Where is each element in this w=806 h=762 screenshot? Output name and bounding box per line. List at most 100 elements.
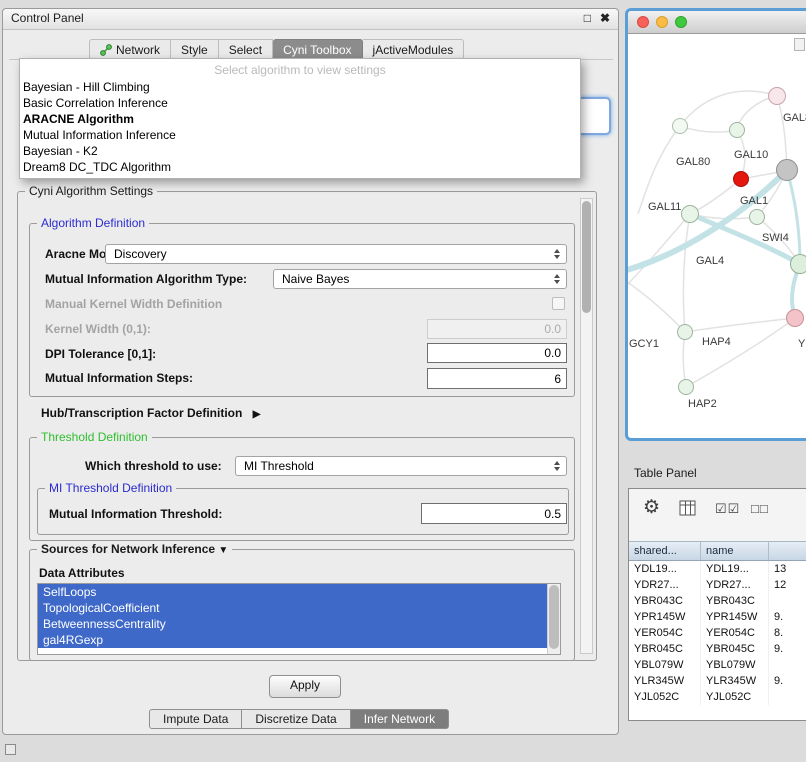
- mi-threshold-field[interactable]: [421, 503, 567, 524]
- which-threshold-select[interactable]: MI Threshold: [235, 456, 567, 476]
- network-node[interactable]: [776, 159, 798, 181]
- select-all-checkboxes-icon[interactable]: ☑☑: [715, 501, 740, 517]
- table-cell[interactable]: 9.: [769, 673, 806, 689]
- table-cell[interactable]: YBL079W: [701, 657, 769, 673]
- table-cell[interactable]: YBR045C: [629, 641, 701, 657]
- settings-scrollbar-thumb[interactable]: [582, 201, 591, 313]
- network-node[interactable]: [768, 87, 786, 105]
- tab-discretize-data[interactable]: Discretize Data: [242, 709, 350, 729]
- network-canvas[interactable]: GAL8 GAL80 GAL10 GAL11 GAL1 SWI4 GAL4 GC…: [628, 34, 806, 433]
- tab-infer-network[interactable]: Infer Network: [351, 709, 449, 729]
- network-node-hap4[interactable]: [677, 324, 693, 340]
- table-cell[interactable]: 9.: [769, 609, 806, 625]
- algorithm-option-mutual-information[interactable]: Mutual Information Inference: [20, 127, 580, 143]
- deselect-all-checkboxes-icon[interactable]: □□: [751, 501, 769, 516]
- network-node-gal11[interactable]: [681, 205, 699, 223]
- list-item-gal4rgexp[interactable]: gal4RGexp: [38, 632, 548, 648]
- table-cell[interactable]: YBR045C: [701, 641, 769, 657]
- data-attributes-list[interactable]: SelfLoops TopologicalCoefficient Between…: [37, 583, 561, 655]
- network-node-gal1[interactable]: [749, 209, 765, 225]
- table-row[interactable]: YDR27... YDR27... 12: [629, 577, 806, 593]
- settings-scrollbar[interactable]: [580, 198, 593, 654]
- panel-dock-icon[interactable]: [5, 744, 16, 755]
- zoom-traffic-light-icon[interactable]: [675, 16, 687, 28]
- hub-definition-expander[interactable]: Hub/Transcription Factor Definition ▶: [41, 403, 260, 425]
- close-window-icon[interactable]: ✖: [600, 11, 610, 25]
- algorithm-option-aracne[interactable]: ARACNE Algorithm: [20, 111, 580, 127]
- node-label: Y: [798, 338, 805, 350]
- minimize-traffic-light-icon[interactable]: [656, 16, 668, 28]
- tab-select[interactable]: Select: [219, 39, 273, 60]
- algorithm-option-bayesian-k2[interactable]: Bayesian - K2: [20, 143, 580, 159]
- table-cell[interactable]: YJL052C: [629, 689, 701, 705]
- table-row[interactable]: YDL19... YDL19... 13: [629, 561, 806, 577]
- apply-button[interactable]: Apply: [269, 675, 341, 698]
- tab-network[interactable]: Network: [89, 39, 171, 60]
- tab-jactivemodules[interactable]: jActiveModules: [363, 39, 465, 60]
- table-cell[interactable]: YPR145W: [701, 609, 769, 625]
- aracne-mode-value: Discovery: [114, 247, 167, 261]
- table-row[interactable]: YBR043C YBR043C: [629, 593, 806, 609]
- table-cell[interactable]: YDL19...: [701, 561, 769, 577]
- network-scrollbar-nub[interactable]: [794, 38, 805, 51]
- algorithm-option-bayesian-hill[interactable]: Bayesian - Hill Climbing: [20, 79, 580, 95]
- table-cell[interactable]: YLR345W: [629, 673, 701, 689]
- aracne-mode-select[interactable]: Discovery: [105, 244, 567, 264]
- dpi-tolerance-field[interactable]: [427, 343, 567, 363]
- tab-cyni-toolbox[interactable]: Cyni Toolbox: [273, 39, 362, 60]
- network-node[interactable]: [786, 309, 804, 327]
- attributes-scrollbar-thumb[interactable]: [549, 585, 559, 649]
- table-cell[interactable]: 13: [769, 561, 806, 577]
- column-browser-icon[interactable]: [679, 500, 696, 516]
- mi-threshold-label: Mutual Information Threshold:: [49, 504, 222, 524]
- network-window-titlebar[interactable]: [628, 11, 806, 34]
- table-cell[interactable]: YJL052C: [701, 689, 769, 705]
- table-row[interactable]: YER054C YER054C 8.: [629, 625, 806, 641]
- algorithm-option-basic-correlation[interactable]: Basic Correlation Inference: [20, 95, 580, 111]
- table-row[interactable]: YJL052C YJL052C: [629, 689, 806, 705]
- mi-algorithm-type-select[interactable]: Naive Bayes: [273, 269, 567, 289]
- list-item-betweennesscentrality[interactable]: BetweennessCentrality: [38, 616, 548, 632]
- network-node[interactable]: [729, 122, 745, 138]
- close-traffic-light-icon[interactable]: [637, 16, 649, 28]
- float-window-icon[interactable]: □: [584, 11, 591, 25]
- network-node[interactable]: [672, 118, 688, 134]
- table-cell[interactable]: YBR043C: [629, 593, 701, 609]
- table-cell[interactable]: [769, 657, 806, 673]
- algorithm-option-dream8[interactable]: Dream8 DC_TDC Algorithm: [20, 159, 580, 175]
- table-row[interactable]: YLR345W YLR345W 9.: [629, 673, 806, 689]
- control-panel-titlebar[interactable]: Control Panel □ ✖: [3, 9, 618, 30]
- gear-icon[interactable]: ⚙: [643, 497, 660, 519]
- table-cell[interactable]: YPR145W: [629, 609, 701, 625]
- table-cell[interactable]: YBL079W: [629, 657, 701, 673]
- attributes-scrollbar[interactable]: [547, 584, 560, 654]
- list-item-topologicalcoefficient[interactable]: TopologicalCoefficient: [38, 600, 548, 616]
- sources-group-title[interactable]: Sources for Network Inference ▼: [37, 542, 232, 556]
- table-row[interactable]: YBL079W YBL079W: [629, 657, 806, 673]
- network-node[interactable]: [790, 254, 806, 274]
- table-cell[interactable]: 8.: [769, 625, 806, 641]
- column-header-third[interactable]: [769, 542, 806, 560]
- table-cell[interactable]: YDR27...: [629, 577, 701, 593]
- list-item-selfloops[interactable]: SelfLoops: [38, 584, 548, 600]
- table-row[interactable]: YPR145W YPR145W 9.: [629, 609, 806, 625]
- network-node-gal10[interactable]: [733, 171, 749, 187]
- table-cell[interactable]: YER054C: [629, 625, 701, 641]
- table-cell[interactable]: [769, 593, 806, 609]
- table-cell[interactable]: YDL19...: [629, 561, 701, 577]
- network-node-hap2[interactable]: [678, 379, 694, 395]
- column-header-name[interactable]: name: [701, 542, 769, 560]
- table-cell[interactable]: YDR27...: [701, 577, 769, 593]
- tab-style[interactable]: Style: [171, 39, 219, 60]
- table-cell[interactable]: 12: [769, 577, 806, 593]
- table-row[interactable]: YBR045C YBR045C 9.: [629, 641, 806, 657]
- table-cell[interactable]: 9.: [769, 641, 806, 657]
- table-cell[interactable]: YBR043C: [701, 593, 769, 609]
- mi-steps-field[interactable]: [427, 368, 567, 389]
- table-cell[interactable]: YER054C: [701, 625, 769, 641]
- algorithm-select-fragment[interactable]: [577, 97, 611, 135]
- tab-impute-data[interactable]: Impute Data: [149, 709, 242, 729]
- table-cell[interactable]: [769, 689, 806, 705]
- column-header-shared-name[interactable]: shared...: [629, 542, 701, 560]
- table-cell[interactable]: YLR345W: [701, 673, 769, 689]
